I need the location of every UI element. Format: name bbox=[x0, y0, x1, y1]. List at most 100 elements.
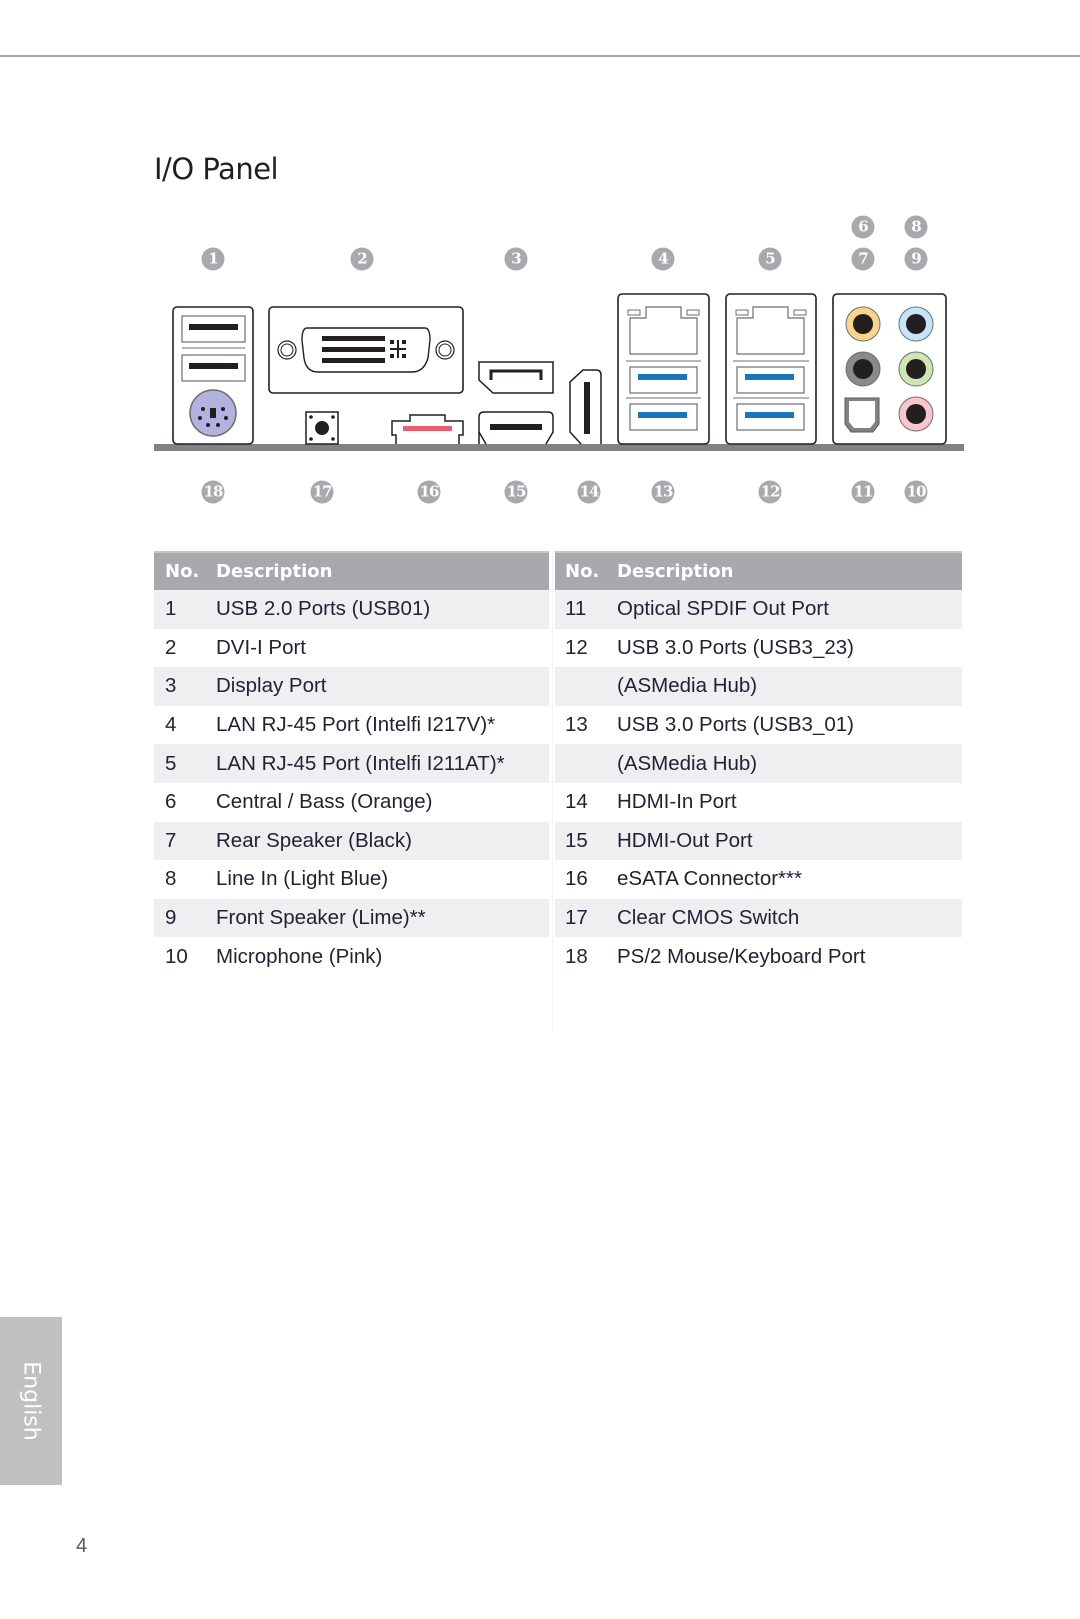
table-row: 18 PS/2 Mouse/Keyboard Port bbox=[555, 937, 962, 976]
table-row: 2 DVI-I Port bbox=[154, 628, 549, 668]
hdmi-in-port bbox=[569, 369, 602, 445]
callout-1: 1 bbox=[201, 247, 225, 271]
row-description: USB 2.0 Ports (USB01) bbox=[216, 590, 549, 629]
callout-17: 17 bbox=[310, 480, 334, 504]
table-row: 6 Central / Bass (Orange) bbox=[154, 782, 549, 822]
row-number: 8 bbox=[154, 860, 216, 899]
callout-7: 7 bbox=[851, 247, 875, 271]
row-number: 13 bbox=[555, 705, 617, 745]
port-table-left: No. Description 1 USB 2.0 Ports (USB01) 2… bbox=[154, 551, 549, 976]
table-row: 3 Display Port bbox=[154, 667, 549, 706]
callout-3: 3 bbox=[504, 247, 528, 271]
table-row: 15 HDMI-Out Port bbox=[555, 821, 962, 861]
row-description: Display Port bbox=[216, 667, 549, 706]
row-number: 7 bbox=[154, 821, 216, 861]
row-number: 5 bbox=[154, 744, 216, 783]
table-row: 11 Optical SPDIF Out Port bbox=[555, 590, 962, 629]
row-description: DVI-I Port bbox=[216, 628, 549, 668]
row-number: 6 bbox=[154, 782, 216, 822]
callout-13: 13 bbox=[651, 480, 675, 504]
row-description: (ASMedia Hub) bbox=[617, 744, 962, 783]
row-description: Front Speaker (Lime)** bbox=[216, 898, 549, 938]
table-row: 10 Microphone (Pink) bbox=[154, 937, 549, 976]
table-row: 7 Rear Speaker (Black) bbox=[154, 821, 549, 861]
callout-16: 16 bbox=[417, 480, 441, 504]
table-row: 5 LAN RJ-45 Port (Intelfi I211AT)* bbox=[154, 744, 549, 783]
callout-15: 15 bbox=[504, 480, 528, 504]
row-description: Microphone (Pink) bbox=[216, 937, 549, 976]
row-description: Clear CMOS Switch bbox=[617, 898, 962, 938]
row-description: LAN RJ-45 Port (Intelfi I217V)* bbox=[216, 705, 549, 745]
row-number: 16 bbox=[555, 860, 617, 899]
row-description: PS/2 Mouse/Keyboard Port bbox=[617, 937, 962, 976]
callout-9: 9 bbox=[904, 247, 928, 271]
dvi-port bbox=[268, 306, 464, 394]
table-row: 13 USB 3.0 Ports (USB3_01) bbox=[555, 705, 962, 745]
table-row: 1 USB 2.0 Ports (USB01) bbox=[154, 590, 549, 629]
language-tab-label: English bbox=[18, 1361, 44, 1441]
row-description: LAN RJ-45 Port (Intelfi I211AT)* bbox=[216, 744, 549, 783]
row-number: 11 bbox=[555, 590, 617, 629]
table-row: 14 HDMI-In Port bbox=[555, 782, 962, 822]
row-number: 12 bbox=[555, 628, 617, 668]
hdmi-out-port bbox=[478, 411, 554, 445]
table-row: 8 Line In (Light Blue) bbox=[154, 860, 549, 899]
row-number: 10 bbox=[154, 937, 216, 976]
row-description: (ASMedia Hub) bbox=[617, 667, 962, 706]
row-number: 15 bbox=[555, 821, 617, 861]
table-row: (ASMedia Hub) bbox=[555, 667, 962, 706]
optical-spdif-port bbox=[844, 397, 880, 433]
table-row: 9 Front Speaker (Lime)** bbox=[154, 898, 549, 938]
audio-block bbox=[832, 293, 947, 445]
row-number: 4 bbox=[154, 705, 216, 745]
row-number: 2 bbox=[154, 628, 216, 668]
row-description: USB 3.0 Ports (USB3_23) bbox=[617, 628, 962, 668]
lan1-usb3-block bbox=[617, 293, 710, 445]
callout-12: 12 bbox=[758, 480, 782, 504]
table-row: 16 eSATA Connector*** bbox=[555, 860, 962, 899]
table-divider bbox=[552, 551, 553, 1031]
row-description: HDMI-Out Port bbox=[617, 821, 962, 861]
row-number: 18 bbox=[555, 937, 617, 976]
displayport-port bbox=[478, 361, 554, 394]
row-number bbox=[555, 667, 617, 706]
row-description: eSATA Connector*** bbox=[617, 860, 962, 899]
row-number bbox=[555, 744, 617, 783]
callout-14: 14 bbox=[577, 480, 601, 504]
row-number: 9 bbox=[154, 898, 216, 938]
table-row: 4 LAN RJ-45 Port (Intelfi I217V)* bbox=[154, 705, 549, 745]
callout-6: 6 bbox=[851, 215, 875, 239]
row-description: HDMI-In Port bbox=[617, 782, 962, 822]
row-description: Line In (Light Blue) bbox=[216, 860, 549, 899]
column-header-description: Description bbox=[216, 551, 549, 590]
row-number: 14 bbox=[555, 782, 617, 822]
row-description: USB 3.0 Ports (USB3_01) bbox=[617, 705, 962, 745]
callout-5: 5 bbox=[758, 247, 782, 271]
callout-4: 4 bbox=[651, 247, 675, 271]
column-header-no: No. bbox=[154, 551, 216, 590]
callout-8: 8 bbox=[904, 215, 928, 239]
callout-11: 11 bbox=[851, 480, 875, 504]
row-description: Central / Bass (Orange) bbox=[216, 782, 549, 822]
table-row: 17 Clear CMOS Switch bbox=[555, 898, 962, 938]
esata-port bbox=[391, 414, 464, 444]
page-number: 4 bbox=[76, 1535, 88, 1557]
row-description: Rear Speaker (Black) bbox=[216, 821, 549, 861]
table-header-row: No. Description bbox=[154, 551, 549, 590]
callout-10: 10 bbox=[904, 480, 928, 504]
row-number: 3 bbox=[154, 667, 216, 706]
callout-2: 2 bbox=[350, 247, 374, 271]
panel-base-bar bbox=[154, 444, 964, 451]
clear-cmos-switch bbox=[305, 411, 339, 445]
column-header-description: Description bbox=[617, 551, 962, 590]
language-tab: English bbox=[0, 1317, 62, 1485]
usb2-ps2-block bbox=[172, 306, 254, 445]
port-table-right: No. Description 11 Optical SPDIF Out Port… bbox=[555, 551, 962, 976]
table-header-row: No. Description bbox=[555, 551, 962, 590]
table-row: 12 USB 3.0 Ports (USB3_23) bbox=[555, 628, 962, 668]
row-description: Optical SPDIF Out Port bbox=[617, 590, 962, 629]
row-number: 1 bbox=[154, 590, 216, 629]
io-panel-diagram: 1 2 3 4 5 6 7 8 9 18 17 16 15 14 13 12 1… bbox=[0, 0, 1080, 520]
lan2-usb3-block bbox=[725, 293, 817, 445]
column-header-no: No. bbox=[555, 551, 617, 590]
